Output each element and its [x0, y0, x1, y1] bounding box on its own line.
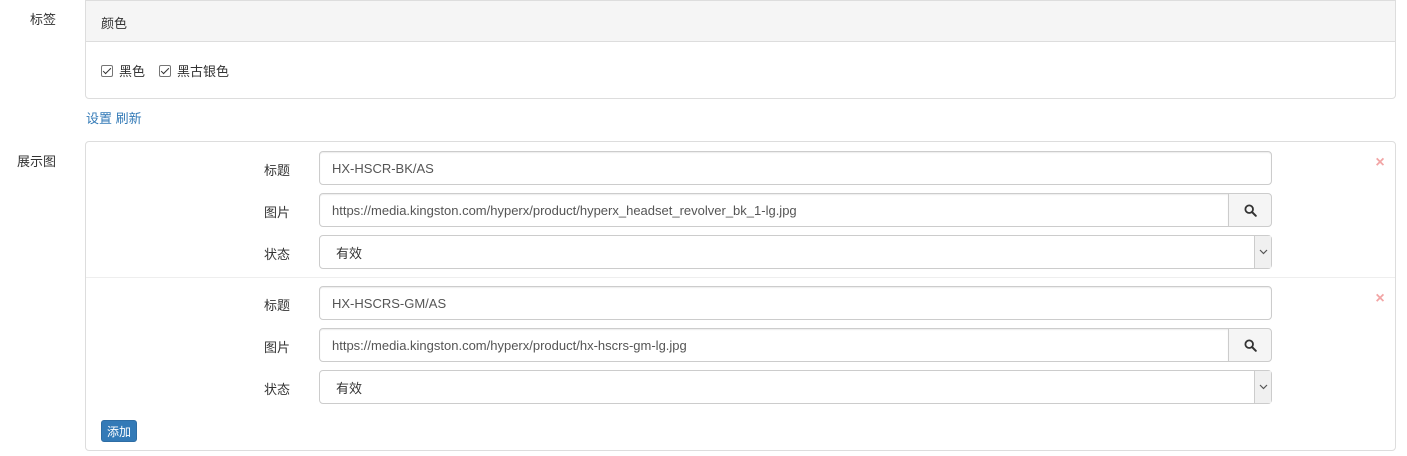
tag-option-black[interactable]: 黑色 [101, 61, 145, 80]
image-label: 图片 [263, 340, 290, 355]
tags-group-title: 颜色 [86, 1, 1395, 42]
gallery-item: 标题 HX-HSCR-BK/AS 图片 https://media.kingst… [86, 142, 1395, 277]
tag-option-label: 黑古银色 [177, 64, 230, 79]
tags-label: 标签 [29, 12, 56, 27]
status-label: 状态 [263, 382, 290, 397]
image-url-input[interactable]: https://media.kingston.com/hyperx/produc… [319, 193, 1229, 227]
title-input[interactable]: HX-HSCR-BK/AS [319, 151, 1272, 185]
chevron-down-icon[interactable] [1254, 236, 1271, 268]
tag-option-gunmetal[interactable]: 黑古银色 [159, 61, 229, 80]
title-input[interactable]: HX-HSCRS-GM/AS [319, 286, 1272, 320]
status-select[interactable]: 有效 [319, 370, 1272, 404]
title-label: 标题 [263, 163, 290, 178]
image-label: 图片 [263, 205, 290, 220]
image-row: 图片 https://media.kingston.com/hyperx/pro… [86, 328, 1395, 362]
remove-item-icon[interactable]: × [1373, 155, 1387, 171]
title-row: 标题 HX-HSCR-BK/AS [86, 151, 1395, 185]
status-row: 状态 有效 [86, 370, 1395, 404]
tag-actions: 设置 刷新 [86, 108, 142, 127]
settings-link[interactable]: 设置 [86, 111, 112, 126]
refresh-link[interactable]: 刷新 [116, 111, 142, 126]
image-search-button[interactable] [1228, 328, 1272, 362]
search-icon [1243, 203, 1257, 217]
image-row: 图片 https://media.kingston.com/hyperx/pro… [86, 193, 1395, 227]
status-label: 状态 [263, 247, 290, 262]
image-search-button[interactable] [1228, 193, 1272, 227]
title-label: 标题 [263, 298, 290, 313]
status-selected-value: 有效 [336, 245, 363, 261]
gallery-panel: 标题 HX-HSCR-BK/AS 图片 https://media.kingst… [85, 141, 1396, 451]
tags-options: 黑色 黑古银色 [86, 42, 1395, 99]
gallery-label: 展示图 [16, 154, 56, 169]
checkbox-checked-icon[interactable] [159, 64, 172, 77]
chevron-down-icon[interactable] [1254, 371, 1271, 403]
status-selected-value: 有效 [336, 380, 363, 396]
tag-option-label: 黑色 [119, 64, 146, 79]
gallery-item: 标题 HX-HSCRS-GM/AS 图片 https://media.kings… [86, 277, 1395, 412]
search-icon [1243, 338, 1257, 352]
status-row: 状态 有效 [86, 235, 1395, 269]
add-button[interactable]: 添加 [101, 420, 137, 442]
status-select[interactable]: 有效 [319, 235, 1272, 269]
checkbox-checked-icon[interactable] [101, 64, 113, 77]
image-url-input[interactable]: https://media.kingston.com/hyperx/produc… [319, 328, 1229, 362]
title-row: 标题 HX-HSCRS-GM/AS [86, 286, 1395, 320]
tags-panel: 颜色 黑色 黑古银色 [85, 0, 1396, 99]
remove-item-icon[interactable]: × [1373, 291, 1387, 307]
